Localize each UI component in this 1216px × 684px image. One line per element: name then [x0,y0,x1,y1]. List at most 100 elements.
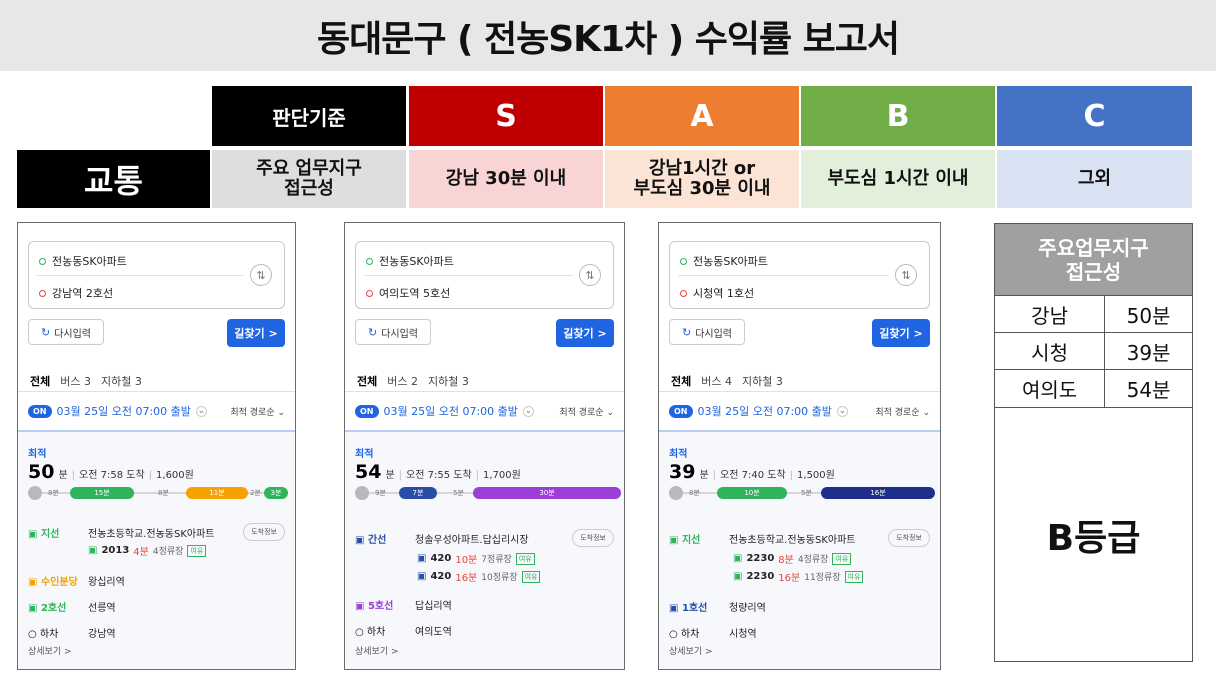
route-inputs: 전농동SK아파트 여의도역 5호선 ⇅ [355,241,614,309]
duration-summary: 54 분 | 오전 7:55 도착 | 1,700원 [355,461,521,483]
departure-selector[interactable]: ON 03월 25일 오전 07:00 출발 ⌄ [355,403,534,419]
destination-dot-icon [680,289,687,297]
crowd-badge: 여유 [515,552,535,565]
grade-result-box: B등급 [995,406,1192,663]
destination-text: 강남역 2호선 [52,287,114,300]
arrival-time: 오전 7:55 도착 [406,470,472,481]
grade-a-condition-line-2: 부도심 30분 이내 [633,178,771,199]
departure-selector[interactable]: ON 03월 25일 오전 07:00 출발 ⌄ [669,403,848,419]
bus-number: 420 [430,553,452,564]
reset-label: 다시입력 [381,328,419,340]
step-line1: ▣ 1호선 청량리역 [669,599,766,614]
step-alight: ○ 하차 시청역 [669,625,757,640]
tab-bus[interactable]: 버스 4 [701,373,732,389]
search-route-button[interactable]: 길찾기 > [227,319,285,347]
walk-time: 8분 [689,489,700,497]
grade-a-condition: 강남1시간 or 부도심 30분 이내 [605,150,799,208]
route-inputs: 전농동SK아파트 시청역 1호선 ⇅ [669,241,930,309]
step-stop: 답십리역 [415,601,452,612]
arrival-time: 오전 7:58 도착 [79,470,145,481]
transport-tabs: 전체 버스 2 지하철 3 [357,373,469,389]
input-divider [37,275,244,276]
search-route-button[interactable]: 길찾기 > [556,319,614,347]
departure-text: 03월 25일 오전 07:00 출발 [697,405,832,418]
destination-field[interactable]: 여의도역 5호선 [366,285,450,301]
route-inputs: 전농동SK아파트 강남역 2호선 ⇅ [28,241,285,309]
swap-icon[interactable]: ⇅ [250,264,272,286]
tab-subway[interactable]: 지하철 3 [428,373,469,389]
refresh-icon: ↻ [367,325,378,339]
tab-subway[interactable]: 지하철 3 [101,373,142,389]
arrival-info-button[interactable]: 도착정보 [888,529,930,547]
bus-wait: 16분 [778,573,801,584]
departure-text: 03월 25일 오전 07:00 출발 [56,405,191,418]
bus-segment: 10분 [717,487,787,499]
tab-bus[interactable]: 버스 2 [387,373,418,389]
walk-icon [355,486,369,500]
grade-c-condition: 그외 [997,150,1192,208]
reset-button[interactable]: ↻ 다시입력 [28,319,104,345]
place-cell: 시청 [995,332,1105,370]
sort-selector[interactable]: 최적 경로순 ⌄ [875,405,930,418]
bus-info: ▣ 2230 8분 4정류장 여유 [733,551,852,566]
departure-text: 03월 25일 오전 07:00 출발 [383,405,518,418]
sort-label: 최적 경로순 [875,408,920,418]
step-line2: ▣ 2호선 선릉역 [28,599,116,614]
details-link[interactable]: 상세보기 > [28,644,72,657]
origin-field[interactable]: 전농동SK아파트 [680,253,768,269]
grade-s-condition-text: 강남 30분 이내 [445,168,567,189]
departure-selector[interactable]: ON 03월 25일 오전 07:00 출발 ⌄ [28,403,207,419]
bus-stops-left: 10정류장 [481,573,518,583]
bus-icon: ▣ [417,571,427,582]
walk-time: 5분 [801,489,812,497]
tab-bus[interactable]: 버스 3 [60,373,91,389]
duration-value: 54 [355,461,382,483]
walk-time: 8분 [158,489,169,497]
reset-button[interactable]: ↻ 다시입력 [355,319,431,345]
grade-b-condition: 부도심 1시간 이내 [801,150,995,208]
origin-text: 전농동SK아파트 [379,255,454,268]
tab-all[interactable]: 전체 [671,373,691,389]
grade-result: B등급 [1046,518,1141,559]
origin-field[interactable]: 전농동SK아파트 [366,253,454,269]
bus-segment: 7분 [399,487,437,499]
page-title: 동대문구 ( 전농SK1차 ) 수익률 보고서 [316,18,900,60]
tab-all[interactable]: 전체 [30,373,50,389]
swap-icon[interactable]: ⇅ [895,264,917,286]
step-stop: 왕십리역 [88,577,125,588]
origin-field[interactable]: 전농동SK아파트 [39,253,127,269]
route-card-yeouido: 전농동SK아파트 여의도역 5호선 ⇅ ↻ 다시입력 길찾기 > 전체 버스 2 … [344,222,625,670]
step-stop: 선릉역 [88,603,116,614]
walk-time: 8분 [48,489,59,497]
destination-field[interactable]: 강남역 2호선 [39,285,113,301]
reset-button[interactable]: ↻ 다시입력 [669,319,745,345]
step-line5: ▣ 5호선 답십리역 [355,597,452,612]
fare: 1,500원 [797,470,835,481]
sort-selector[interactable]: 최적 경로순 ⌄ [230,405,285,418]
step-label: ▣ 1호선 [669,603,708,614]
input-divider [364,275,573,276]
place-cell: 강남 [995,295,1105,333]
swap-icon[interactable]: ⇅ [579,264,601,286]
table-row: 강남 50분 [995,295,1192,333]
step-stop: 전농초등학교.전농동SK아파트 [729,535,856,546]
tab-subway[interactable]: 지하철 3 [742,373,783,389]
bus-info: ▣ 420 16분 10정류장 여유 [417,569,541,584]
step-label: ○ 하차 [669,629,700,640]
step-label: ○ 하차 [28,629,59,640]
sort-selector[interactable]: 최적 경로순 ⌄ [559,405,614,418]
best-label: 최적 [355,449,374,460]
details-link[interactable]: 상세보기 > [669,644,713,657]
bus-wait: 10분 [455,555,478,566]
arrival-info-button[interactable]: 도착정보 [572,529,614,547]
search-route-button[interactable]: 길찾기 > [872,319,930,347]
tab-all[interactable]: 전체 [357,373,377,389]
reset-label: 다시입력 [54,328,92,340]
destination-field[interactable]: 시청역 1호선 [680,285,754,301]
arrival-info-button[interactable]: 도착정보 [243,523,285,541]
details-link[interactable]: 상세보기 > [355,644,399,657]
step-label: ▣ 수인분당 [28,577,78,588]
chevron-down-icon: ⌄ [836,405,848,417]
bus-icon: ▣ [733,553,743,564]
bus-info: ▣ 2230 16분 11정류장 여유 [733,569,864,584]
